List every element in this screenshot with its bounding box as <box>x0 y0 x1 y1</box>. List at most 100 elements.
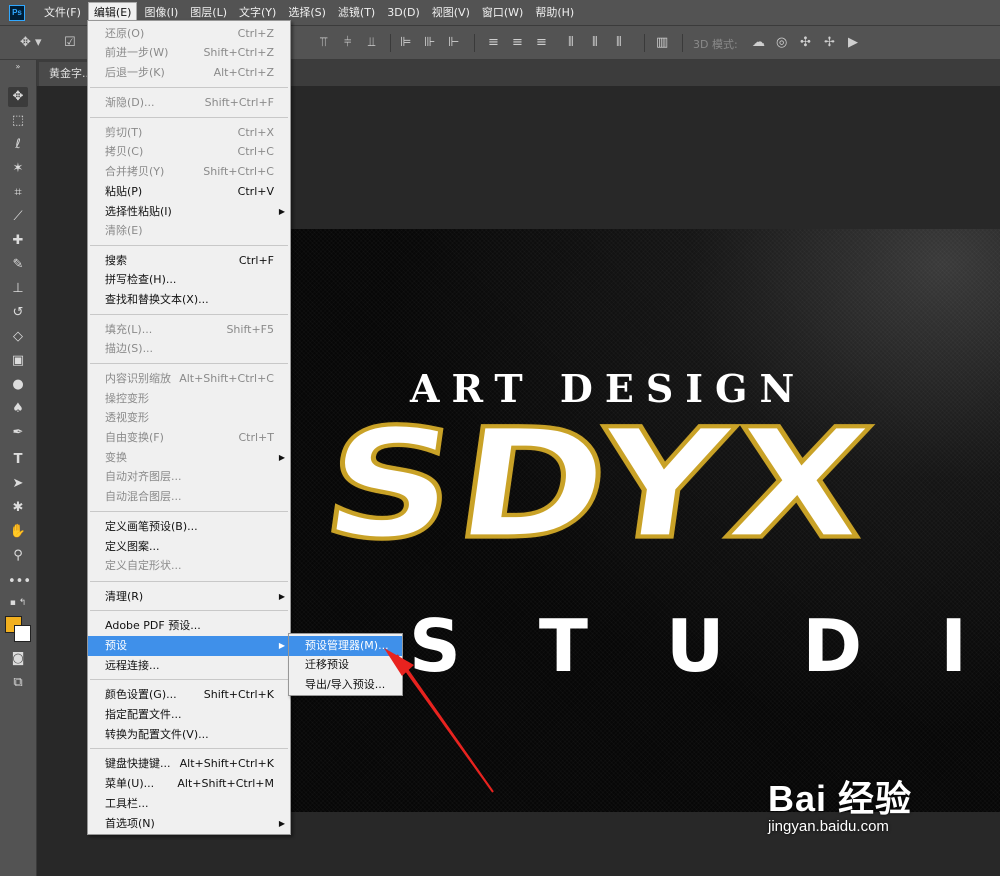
edit-menu-item[interactable]: 查找和替换文本(X)... <box>88 290 290 310</box>
edit-menu-item[interactable]: 定义自定形状... <box>88 556 290 576</box>
path-selection-tool-icon[interactable]: ➤ <box>8 474 28 494</box>
edit-menu-item[interactable]: 自由变换(F) Ctrl+T <box>88 428 290 448</box>
edit-menu-item[interactable]: 自动混合图层... <box>88 487 290 507</box>
edit-menu-item[interactable]: 定义图案... <box>88 537 290 557</box>
edit-menu-item[interactable]: 透视变形 <box>88 408 290 428</box>
crop-tool-icon[interactable]: ⌗ <box>8 183 28 203</box>
brush-tool-icon[interactable]: ✎ <box>8 255 28 275</box>
preset-submenu-item[interactable]: 预设管理器(M)... <box>289 636 402 656</box>
3d-slide-icon[interactable]: ✢ <box>824 35 835 50</box>
type-tool-icon[interactable]: T <box>8 450 28 470</box>
edit-menu-item[interactable]: 定义画笔预设(B)... <box>88 517 290 537</box>
edit-menu-item[interactable]: 菜单(U)... Alt+Shift+Ctrl+M <box>88 774 290 794</box>
3d-camera-icon[interactable]: ▶ <box>848 35 858 50</box>
menu-3d[interactable]: 3D(D) <box>382 2 425 23</box>
edit-menu-item[interactable]: 预设 ▶ <box>88 636 290 656</box>
preset-submenu-item[interactable]: 迁移预设 <box>289 655 402 675</box>
more-tools-icon[interactable]: ••• <box>8 572 31 592</box>
menu-filter[interactable]: 滤镜(T) <box>333 2 380 23</box>
eyedropper-tool-icon[interactable]: ⟋ <box>8 207 28 227</box>
3d-orbit-icon[interactable]: ☁ <box>752 35 765 50</box>
menu-item-label: 粘贴(P) <box>105 185 143 198</box>
edit-menu-item[interactable]: 远程连接... <box>88 656 290 676</box>
distribute-right-icon[interactable]: ⦀ <box>616 35 622 50</box>
menu-file[interactable]: 文件(F) <box>39 2 86 23</box>
edit-menu-item[interactable]: 清除(E) <box>88 221 290 241</box>
menu-separator <box>90 363 288 364</box>
screen-mode-icon[interactable]: ⧉ <box>8 673 28 693</box>
edit-menu-item[interactable]: 合并拷贝(Y) Shift+Ctrl+C <box>88 162 290 182</box>
edit-menu-item[interactable]: 还原(O) Ctrl+Z <box>88 24 290 44</box>
edit-menu-item[interactable]: 拼写检查(H)... <box>88 270 290 290</box>
preset-submenu-item[interactable]: 导出/导入预设... <box>289 675 402 695</box>
magic-wand-tool-icon[interactable]: ✶ <box>8 159 28 179</box>
edit-menu-item[interactable]: 指定配置文件... <box>88 705 290 725</box>
marquee-tool-icon[interactable]: ⬚ <box>8 111 28 131</box>
align-vcenter-icon[interactable]: ⫩ <box>344 35 351 50</box>
edit-menu-item[interactable]: 键盘快捷键... Alt+Shift+Ctrl+K <box>88 754 290 774</box>
distribute-top-icon[interactable]: ≡ <box>488 35 499 50</box>
auto-select-checkbox[interactable]: ☑ <box>64 35 76 50</box>
history-brush-tool-icon[interactable]: ↺ <box>8 303 28 323</box>
align-hcenter-icon[interactable]: ⊪ <box>424 35 435 50</box>
edit-menu-item[interactable]: 搜索 Ctrl+F <box>88 251 290 271</box>
edit-menu-item[interactable]: 颜色设置(G)... Shift+Ctrl+K <box>88 685 290 705</box>
background-color-swatch[interactable] <box>14 625 31 642</box>
align-bottom-icon[interactable]: ⫫ <box>368 35 375 50</box>
edit-menu-item[interactable]: 工具栏... <box>88 794 290 814</box>
edit-menu-item[interactable]: 首选项(N) ▶ <box>88 814 290 834</box>
move-tool-icon[interactable]: ✥ <box>8 87 28 107</box>
move-tool-preset-icon[interactable]: ✥ ▾ <box>20 35 42 50</box>
align-left-icon[interactable]: ⊫ <box>400 35 411 50</box>
zoom-tool-icon[interactable]: ⚲ <box>8 546 28 566</box>
hand-tool-icon[interactable]: ✋ <box>8 522 28 542</box>
edit-menu-item[interactable]: 渐隐(D)... Shift+Ctrl+F <box>88 93 290 113</box>
artboard-image[interactable]: ART DESIGN SDYX STUDI <box>291 229 1000 812</box>
edit-menu-item[interactable]: 自动对齐图层... <box>88 467 290 487</box>
edit-menu-item[interactable]: 转换为配置文件(V)... <box>88 725 290 745</box>
menu-item-label: 剪切(T) <box>105 126 143 139</box>
healing-brush-tool-icon[interactable]: ✚ <box>8 231 28 251</box>
gradient-tool-icon[interactable]: ▣ <box>8 351 28 371</box>
edit-menu-item[interactable]: 描边(S)... <box>88 339 290 359</box>
edit-menu-item[interactable]: 变换 ▶ <box>88 448 290 468</box>
menu-item-shortcut: Alt+Shift+Ctrl+K <box>179 757 274 770</box>
distribute-vcenter-icon[interactable]: ≡ <box>512 35 523 50</box>
edit-menu-item[interactable]: 前进一步(W) Shift+Ctrl+Z <box>88 43 290 63</box>
default-colors-icon[interactable]: ▪ ↰ <box>8 596 28 610</box>
collapse-toolbar-icon[interactable]: » <box>8 62 28 72</box>
auto-align-icon[interactable]: ▥ <box>656 35 668 50</box>
edit-menu-item[interactable]: 填充(L)... Shift+F5 <box>88 320 290 340</box>
menu-item-label: 拼写检查(H)... <box>105 273 177 286</box>
dodge-tool-icon[interactable]: ♠ <box>8 399 28 419</box>
edit-menu-item[interactable]: 剪切(T) Ctrl+X <box>88 123 290 143</box>
quick-mask-icon[interactable]: ◙ <box>8 649 28 669</box>
edit-menu-item[interactable]: 操控变形 <box>88 389 290 409</box>
distribute-hcenter-icon[interactable]: ⦀ <box>592 35 598 50</box>
edit-menu-item[interactable]: 拷贝(C) Ctrl+C <box>88 142 290 162</box>
menu-item-label: 定义自定形状... <box>105 559 182 572</box>
menu-help[interactable]: 帮助(H) <box>530 2 579 23</box>
menu-window[interactable]: 窗口(W) <box>477 2 528 23</box>
submenu-arrow-icon: ▶ <box>278 819 285 828</box>
custom-shape-tool-icon[interactable]: ✱ <box>8 498 28 518</box>
edit-menu-item[interactable]: Adobe PDF 预设... <box>88 616 290 636</box>
3d-drag-icon[interactable]: ✣ <box>800 35 811 50</box>
edit-menu-item[interactable]: 后退一步(K) Alt+Ctrl+Z <box>88 63 290 83</box>
edit-menu-item[interactable]: 清理(R) ▶ <box>88 587 290 607</box>
edit-dropdown-menu: 还原(O) Ctrl+Z 前进一步(W) Shift+Ctrl+Z 后退一步(K) Alt… <box>87 20 291 835</box>
3d-roll-icon[interactable]: ◎ <box>776 35 787 50</box>
lasso-tool-icon[interactable]: ℓ <box>8 135 28 155</box>
edit-menu-item[interactable]: 选择性粘贴(I) ▶ <box>88 202 290 222</box>
clone-stamp-tool-icon[interactable]: ⊥ <box>8 279 28 299</box>
edit-menu-item[interactable]: 内容识别缩放 Alt+Shift+Ctrl+C <box>88 369 290 389</box>
edit-menu-item[interactable]: 粘贴(P) Ctrl+V <box>88 182 290 202</box>
pen-tool-icon[interactable]: ✒ <box>8 423 28 443</box>
blur-tool-icon[interactable]: ● <box>8 375 28 395</box>
menu-view[interactable]: 视图(V) <box>427 2 475 23</box>
eraser-tool-icon[interactable]: ◇ <box>8 327 28 347</box>
distribute-bottom-icon[interactable]: ≡ <box>536 35 547 50</box>
align-top-icon[interactable]: ⫪ <box>320 35 327 50</box>
distribute-left-icon[interactable]: ⦀ <box>568 35 574 50</box>
align-right-icon[interactable]: ⊩ <box>448 35 459 50</box>
